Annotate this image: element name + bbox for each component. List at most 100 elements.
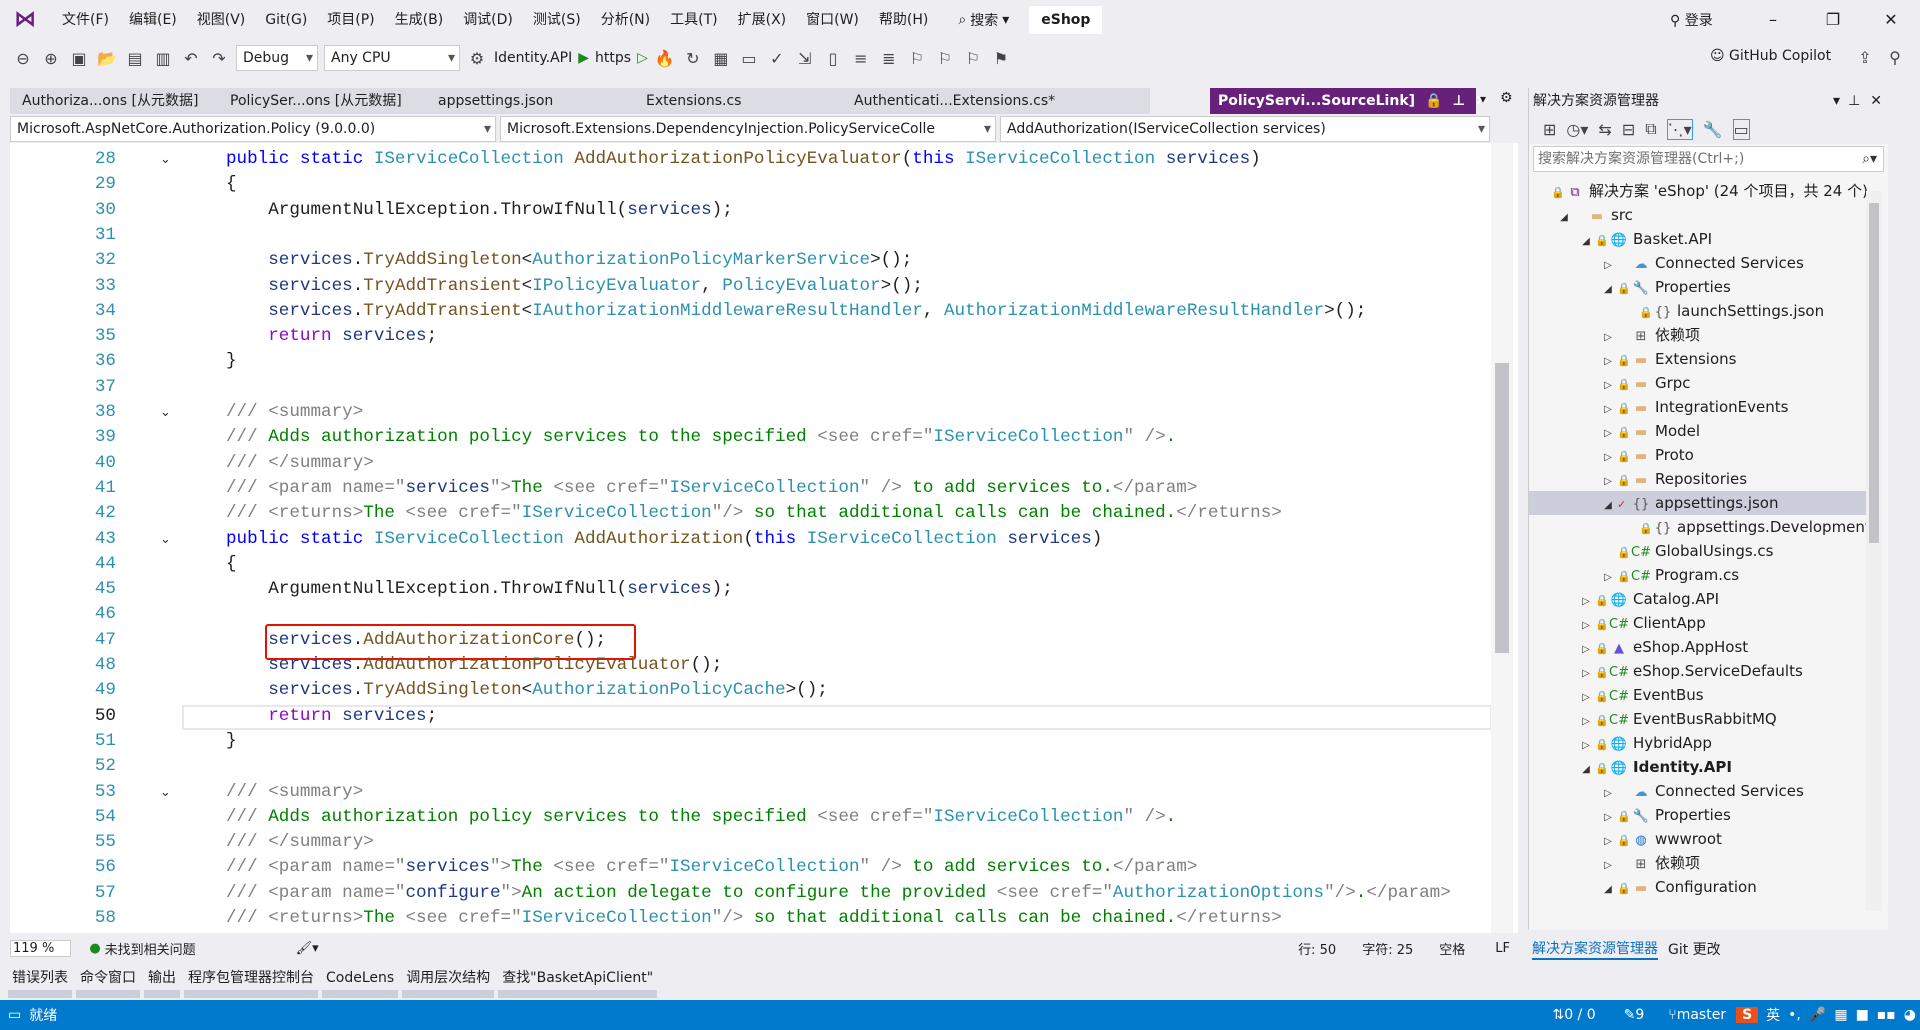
indent-icon[interactable]: ≡ bbox=[850, 49, 872, 68]
github-copilot-button[interactable]: ☺ GitHub Copilot bbox=[1710, 48, 1831, 64]
hot-reload-icon[interactable]: 🔥 bbox=[654, 49, 676, 68]
tree-item[interactable]: ▷ 🔒 ▬ IntegrationEvents bbox=[1529, 395, 1869, 419]
menu-item[interactable]: 文件(F) bbox=[52, 0, 119, 40]
ime-mode[interactable]: 英 bbox=[1766, 1005, 1780, 1025]
tree-item[interactable]: ◢ ✓{} appsettings.json bbox=[1529, 491, 1869, 515]
tab-overflow-icon[interactable]: ▾ bbox=[1480, 92, 1486, 106]
explorer-search-input[interactable]: 搜索解决方案资源管理器(Ctrl+;) ⌕▾ bbox=[1533, 146, 1884, 172]
tree-item[interactable]: ▷ 🔒 ▬ Model bbox=[1529, 419, 1869, 443]
configuration-dropdown[interactable]: Debug bbox=[236, 45, 318, 71]
sync-active-document-icon[interactable]: ⇆ bbox=[1598, 120, 1611, 139]
tree-item[interactable]: 🔒{} appsettings.Development.json bbox=[1529, 515, 1869, 539]
bottom-tab[interactable]: 命令窗口 bbox=[76, 966, 140, 998]
keyboard-icon[interactable]: ▦ bbox=[1834, 1007, 1847, 1023]
vs-switch-view-icon[interactable]: ⊞ bbox=[1543, 120, 1556, 139]
microphone-icon[interactable]: 🎤 bbox=[1809, 1007, 1826, 1023]
startup-project-dropdown[interactable]: Identity.API bbox=[494, 50, 572, 66]
bottom-tab[interactable]: 错误列表 bbox=[8, 966, 72, 998]
code-editor[interactable]: 28 ⌄ public static IServiceCollection AddA… bbox=[10, 143, 1518, 933]
tree-item[interactable]: ◢ 🔒 ▬ Configuration bbox=[1529, 875, 1869, 899]
tree-item[interactable]: 🔒C# GlobalUsings.cs bbox=[1529, 539, 1869, 563]
fold-chevron-icon[interactable]: ⌄ bbox=[160, 785, 171, 800]
menu-item[interactable]: 生成(B) bbox=[385, 0, 454, 40]
whitespace-mode[interactable]: 空格 bbox=[1439, 939, 1465, 958]
document-tab[interactable]: appsettings.json bbox=[426, 88, 634, 114]
zoom-dropdown[interactable]: 119 % bbox=[10, 939, 72, 957]
step-icon[interactable]: ⇲ bbox=[794, 49, 816, 68]
forward-icon[interactable]: ⊕ bbox=[40, 49, 62, 68]
tab-git-changes[interactable]: Git 更改 bbox=[1668, 939, 1721, 959]
maximize-button[interactable]: ❐ bbox=[1804, 0, 1862, 40]
tree-item[interactable]: 🔒 ⧉ 解决方案 'eShop' (24 个项目，共 24 个) bbox=[1529, 179, 1869, 203]
close-button[interactable]: ✕ bbox=[1862, 0, 1920, 40]
bottom-tab[interactable]: 程序包管理器控制台 bbox=[184, 966, 318, 998]
tab-policyservice-sourcelink[interactable]: PolicyServi...SourceLink] 🔒 ⊥ ✕ bbox=[1210, 88, 1487, 114]
save-all-icon[interactable]: ▥ bbox=[152, 49, 174, 68]
cleanup-icon[interactable]: 🖌▾ bbox=[296, 941, 319, 956]
tree-item[interactable]: ▷ ☁ Connected Services bbox=[1529, 779, 1869, 803]
document-tab[interactable]: Authoriza...ons [从元数据] bbox=[10, 88, 218, 114]
menu-item[interactable]: 工具(T) bbox=[660, 0, 727, 40]
tree-item[interactable]: ▷ 🔒 🔧 Properties bbox=[1529, 803, 1869, 827]
punctuation-icon[interactable]: •, bbox=[1788, 1007, 1801, 1023]
refresh-icon[interactable]: ↻ bbox=[682, 49, 704, 68]
save-icon[interactable]: ▤ bbox=[124, 49, 146, 68]
collapse-all-icon[interactable]: ⊟ bbox=[1622, 120, 1635, 139]
tree-item[interactable]: ▷ 🔒 ▬ Grpc bbox=[1529, 371, 1869, 395]
tree-item[interactable]: ◢ 🔒 🌐 Basket.API bbox=[1529, 227, 1869, 251]
tree-item[interactable]: ▷ 🔒C# Program.cs bbox=[1529, 563, 1869, 587]
tree-item[interactable]: ▷ ⊞ 依赖项 bbox=[1529, 323, 1869, 347]
explorer-scrollbar[interactable] bbox=[1866, 191, 1882, 911]
bottom-tab[interactable]: 调用层次结构 bbox=[402, 966, 495, 998]
tree-item[interactable]: ▷ 🔒 ▬ Repositories bbox=[1529, 467, 1869, 491]
project-dropdown[interactable]: Microsoft.AspNetCore.Authorization.Polic… bbox=[10, 116, 496, 142]
line-number[interactable]: 行: 50 bbox=[1298, 939, 1336, 958]
tree-item[interactable]: ▷ 🔒 🌐 HybridApp bbox=[1529, 731, 1869, 755]
tree-item[interactable]: ▷ 🔒C# ClientApp bbox=[1529, 611, 1869, 635]
login-button[interactable]: ⚲ 登录 bbox=[1670, 10, 1713, 30]
tree-item[interactable]: ◢ 🔒 🌐 Identity.API bbox=[1529, 755, 1869, 779]
bottom-tab[interactable]: CodeLens bbox=[322, 966, 399, 998]
line-ending[interactable]: LF bbox=[1495, 941, 1510, 956]
fold-chevron-icon[interactable]: ⌄ bbox=[160, 405, 171, 420]
pending-changes-filter-icon[interactable]: ◷▾ bbox=[1566, 120, 1588, 139]
menu-item[interactable]: 扩展(X) bbox=[728, 0, 797, 40]
scrollbar-thumb[interactable] bbox=[1869, 203, 1879, 543]
pin-icon[interactable]: ⊥ bbox=[1848, 88, 1860, 114]
tree-item[interactable]: 🔒{} launchSettings.json bbox=[1529, 299, 1869, 323]
bookmark-next-icon[interactable]: ⚐ bbox=[962, 49, 984, 68]
document-tab[interactable]: Extensions.cs bbox=[634, 88, 842, 114]
bottom-tab[interactable]: 输出 bbox=[144, 966, 180, 998]
show-all-files-icon[interactable]: ⧉ bbox=[1645, 119, 1656, 139]
bookmark-clear-icon[interactable]: ⚑ bbox=[990, 49, 1012, 68]
search-button[interactable]: ⌕ 搜索 ▾ bbox=[946, 10, 1021, 30]
tree-item[interactable]: ▷ 🔒 ▬ Proto bbox=[1529, 443, 1869, 467]
tab-solution-explorer[interactable]: 解决方案资源管理器 bbox=[1532, 938, 1658, 960]
tree-item[interactable]: ▷ 🔒C# EventBusRabbitMQ bbox=[1529, 707, 1869, 731]
tree-item[interactable]: ▷ ☁ Connected Services bbox=[1529, 251, 1869, 275]
menu-item[interactable]: 测试(S) bbox=[523, 0, 591, 40]
notification-icon[interactable]: ▭ bbox=[8, 1007, 21, 1023]
mascot-icon[interactable]: ◕ bbox=[1904, 1007, 1916, 1023]
gear-icon[interactable]: ⚙ bbox=[1500, 90, 1513, 106]
member-dropdown[interactable]: AddAuthorization(IServiceCollection serv… bbox=[1000, 116, 1490, 142]
tree-item[interactable]: ◢ ▬ src bbox=[1529, 203, 1869, 227]
menu-item[interactable]: 窗口(W) bbox=[796, 0, 869, 40]
sync-status[interactable]: 0 / 0 bbox=[1564, 1007, 1595, 1023]
skin-icon[interactable]: ■ bbox=[1856, 1007, 1869, 1023]
close-icon[interactable]: ✕ bbox=[1870, 88, 1882, 114]
menu-item[interactable]: 视图(V) bbox=[187, 0, 256, 40]
bottom-tab[interactable]: 查找"BasketApiClient" bbox=[498, 966, 658, 998]
new-project-icon[interactable]: ▣ bbox=[68, 49, 90, 68]
tree-view-icon[interactable]: ⋱▾ bbox=[1666, 118, 1693, 140]
char-number[interactable]: 字符: 25 bbox=[1362, 939, 1413, 958]
issues-status[interactable]: 未找到相关问题 bbox=[105, 939, 196, 958]
feedback-icon[interactable]: ⚲ bbox=[1884, 48, 1906, 67]
document-tab[interactable]: PolicySer...ons [从元数据] bbox=[218, 88, 426, 114]
book-icon[interactable]: ▯ bbox=[822, 49, 844, 68]
branch-name[interactable]: master bbox=[1677, 1007, 1726, 1023]
folder-icon[interactable]: ▦ bbox=[710, 49, 732, 68]
tree-item[interactable]: ▷ 🔒C# eShop.ServiceDefaults bbox=[1529, 659, 1869, 683]
document-tab[interactable]: Authenticati...Extensions.cs* bbox=[842, 88, 1055, 114]
ime-logo-icon[interactable]: S bbox=[1736, 1007, 1759, 1023]
